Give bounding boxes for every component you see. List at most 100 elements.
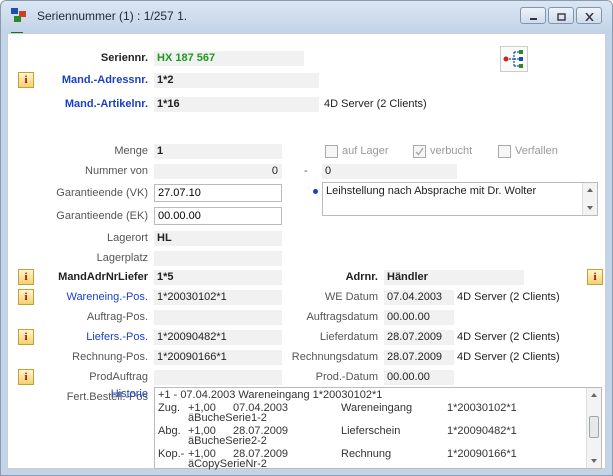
- doc-label[interactable]: Liefers.-Pos.: [38, 331, 148, 343]
- title-bar[interactable]: Seriennummer (1) : 1/257 1.: [1, 1, 612, 29]
- doc-value: [154, 310, 282, 325]
- historie-user: äBucheSerie2-2: [188, 435, 267, 447]
- adrnr-value: Händler: [384, 270, 524, 285]
- historie-ref: 1*20090482*1: [447, 425, 517, 437]
- doc-date-value: 28.07.2009: [384, 350, 454, 365]
- close-icon: [585, 12, 594, 22]
- window-title: Seriennummer (1) : 1/257 1.: [37, 9, 188, 23]
- mand-adressnr-value: 1*2: [154, 73, 319, 88]
- info-button-fert-bestell[interactable]: i: [18, 369, 34, 385]
- historie-type: Wareneingang: [341, 402, 413, 414]
- maximize-button[interactable]: [548, 7, 574, 24]
- minimize-button[interactable]: [520, 7, 546, 24]
- artikel-name: 4D Server (2 Clients): [324, 98, 427, 110]
- doc-label: Rechnung-Pos.: [72, 351, 148, 363]
- mandadr-liefer-value: 1*5: [154, 270, 282, 285]
- mandadr-liefer-label: MandAdrNrLiefer: [58, 271, 148, 283]
- info-button-lieferant[interactable]: i: [18, 269, 34, 285]
- doc-value: 1*20030102*1: [154, 290, 282, 305]
- doc-date-label: Prod.-Datum: [315, 371, 378, 383]
- doc-date-value: 28.07.2009: [384, 330, 454, 345]
- auf-lager-checkbox[interactable]: [325, 145, 338, 158]
- mand-artikelnr-label[interactable]: Mand.-Artikelnr.: [48, 98, 148, 110]
- doc-value: 1*20090482*1: [154, 330, 282, 345]
- range-dash: -: [304, 165, 308, 177]
- menge-label: Menge: [114, 145, 148, 157]
- maximize-icon: [557, 12, 566, 21]
- historie-header: +1 - 07.04.2003 Wareneingang 1*20030102*…: [158, 389, 383, 401]
- doc-label: Auftrag-Pos.: [86, 311, 148, 323]
- info-button-wareneingang[interactable]: i: [18, 289, 34, 305]
- scroll-down-icon[interactable]: [587, 206, 593, 210]
- doc-date-value: 00.00.00: [384, 310, 454, 325]
- close-button[interactable]: [576, 7, 602, 24]
- historie-kind: Zug.: [158, 402, 181, 414]
- garantie-vk-input[interactable]: [154, 184, 282, 202]
- doc-article: 4D Server (2 Clients): [457, 331, 560, 343]
- seriennr-label: Seriennr.: [100, 52, 148, 64]
- info-button-adrnr[interactable]: i: [587, 269, 603, 285]
- nummer-von-label: Nummer von: [85, 165, 148, 177]
- note-textarea[interactable]: Leihstellung nach Absprache mit Dr. Wolt…: [322, 182, 598, 216]
- historie-user: äBucheSerie1-2: [188, 412, 267, 424]
- historie-label[interactable]: Historie: [48, 388, 148, 400]
- historie-ref: 1*20030102*1: [447, 402, 517, 414]
- serial-number-window: Seriennummer (1) : 1/257 1. 0 Seriennr. …: [0, 0, 613, 476]
- info-button-adress[interactable]: i: [18, 72, 34, 88]
- doc-article: 4D Server (2 Clients): [457, 291, 560, 303]
- garantie-vk-label: Garantieende (VK): [56, 187, 148, 199]
- checkmark-icon: [415, 147, 424, 156]
- garantie-ek-label: Garantieende (EK): [56, 210, 148, 222]
- scroll-up-icon[interactable]: [591, 393, 597, 397]
- verfallen-checkbox[interactable]: [498, 145, 511, 158]
- lagerort-value: HL: [154, 231, 282, 246]
- note-scrollbar[interactable]: [582, 183, 597, 215]
- mand-artikelnr-value: 1*16: [154, 97, 319, 112]
- window-controls: [520, 7, 602, 24]
- doc-article: 4D Server (2 Clients): [457, 351, 560, 363]
- scroll-down-icon[interactable]: [591, 459, 597, 463]
- historie-type: Rechnung: [341, 448, 392, 460]
- doc-date-value: 07.04.2003: [384, 290, 454, 305]
- tree-structure-button[interactable]: [500, 46, 528, 72]
- doc-date-label: Auftragsdatum: [306, 311, 378, 323]
- form-area: Seriennr. HX 187 567 i Mand.-Adressnr. 1…: [7, 33, 606, 470]
- doc-value: [154, 370, 282, 385]
- doc-date-label: Rechnungsdatum: [291, 351, 378, 363]
- doc-date-value: 00.00.00: [384, 370, 454, 385]
- lagerort-label: Lagerort: [107, 232, 148, 244]
- verbucht-label: verbucht: [430, 145, 473, 157]
- garantie-ek-input[interactable]: [154, 207, 282, 225]
- verbucht-checkbox[interactable]: [413, 145, 426, 158]
- nummer-von-value: 0: [154, 164, 282, 179]
- historie-scrollbar[interactable]: [586, 388, 601, 468]
- auf-lager-label: auf Lager: [342, 145, 389, 157]
- note-text: Leihstellung nach Absprache mit Dr. Wolt…: [326, 185, 537, 197]
- doc-value: 1*20090166*1: [154, 350, 282, 365]
- adrnr-label: Adrnr.: [345, 271, 378, 283]
- scroll-up-icon[interactable]: [587, 188, 593, 192]
- info-button-lieferschein[interactable]: i: [18, 329, 34, 345]
- note-indicator: [313, 189, 318, 194]
- doc-date-label: WE Datum: [324, 291, 378, 303]
- lagerplatz-label: Lagerplatz: [96, 252, 148, 264]
- scroll-thumb[interactable]: [589, 416, 599, 438]
- doc-date-label: Lieferdatum: [319, 331, 378, 343]
- verfallen-label: Verfallen: [515, 145, 558, 157]
- historie-list[interactable]: +1 - 07.04.2003 Wareneingang 1*20030102*…: [154, 387, 602, 470]
- tree-structure-icon: [503, 50, 523, 68]
- historie-user: äCopySerieNr-2: [188, 458, 267, 470]
- doc-label[interactable]: Wareneing.-Pos.: [38, 291, 148, 303]
- historie-kind: Abg.: [158, 425, 181, 437]
- seriennr-value: HX 187 567: [154, 51, 304, 66]
- lagerplatz-value: [154, 251, 282, 266]
- doc-label: ProdAuftrag: [89, 371, 148, 383]
- nummer-bis-value: 0: [322, 164, 457, 179]
- app-icon: [11, 8, 26, 22]
- mand-adressnr-label[interactable]: Mand.-Adressnr.: [48, 74, 148, 86]
- menge-value: 1: [154, 144, 282, 159]
- minimize-icon: [529, 12, 538, 20]
- historie-kind: Kop.-: [158, 448, 185, 460]
- historie-type: Lieferschein: [341, 425, 401, 437]
- historie-ref: 1*20090166*1: [447, 448, 517, 460]
